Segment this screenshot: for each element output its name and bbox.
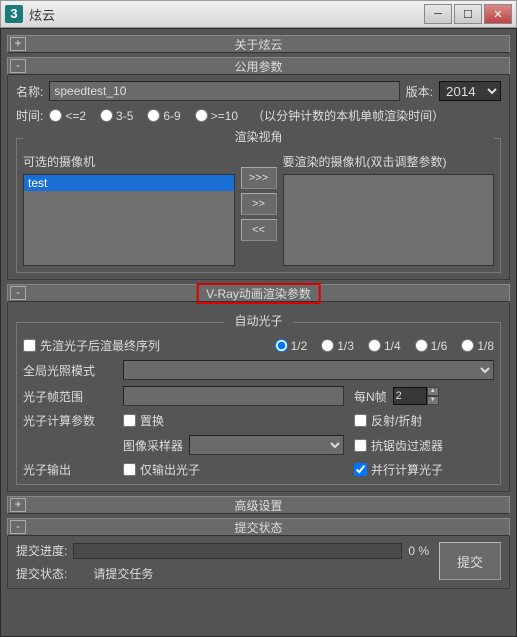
aa-filter-check[interactable]: 抗锯齿过滤器: [354, 437, 494, 454]
photon-range-input[interactable]: [123, 386, 344, 406]
status-value: 请提交任务: [93, 565, 153, 582]
time-opt-1[interactable]: 3-5: [100, 109, 133, 123]
time-radio-group: <=2 3-5 6-9 >=10: [49, 109, 238, 123]
move-all-button[interactable]: >>>: [241, 167, 277, 189]
ratio-1[interactable]: 1/3: [321, 339, 354, 353]
maximize-button[interactable]: ☐: [454, 4, 482, 24]
section-title: 提交状态: [234, 519, 282, 536]
titlebar: 3 炫云 ─ ☐ ✕: [0, 0, 517, 28]
ratio-4[interactable]: 1/8: [461, 339, 494, 353]
section-title: 高级设置: [234, 497, 282, 514]
gi-mode-label: 全局光照模式: [23, 362, 113, 379]
time-label: 时间:: [16, 107, 43, 124]
version-select[interactable]: 2014: [439, 81, 501, 101]
toggle-icon[interactable]: +: [10, 37, 26, 51]
toggle-icon[interactable]: -: [10, 59, 26, 73]
section-submit: 提交进度: 0 % 提交状态: 请提交任务 提交: [7, 536, 510, 589]
section-header-advanced[interactable]: + 高级设置: [7, 496, 510, 514]
calc-param-label: 光子计算参数: [23, 412, 113, 429]
name-label: 名称:: [16, 83, 43, 100]
avail-cam-list[interactable]: test: [23, 174, 235, 266]
per-n-spinner[interactable]: ▲▼: [393, 387, 443, 405]
panel-body: + 关于炫云 - 公用参数 名称: 版本: 2014 时间: <=2 3-5 6…: [0, 28, 517, 637]
spin-down-icon[interactable]: ▼: [427, 396, 439, 405]
name-input[interactable]: [49, 81, 399, 101]
time-opt-2[interactable]: 6-9: [147, 109, 180, 123]
section-vray: 自动光子 先渲光子后渲最终序列 1/2 1/3 1/4 1/6 1/8 全局光照…: [7, 302, 510, 492]
auto-photon-group: 自动光子 先渲光子后渲最终序列 1/2 1/3 1/4 1/6 1/8 全局光照…: [16, 314, 501, 485]
ratio-0[interactable]: 1/2: [275, 339, 308, 353]
status-label: 提交状态:: [16, 565, 67, 582]
section-title: V-Ray动画渲染参数: [196, 283, 321, 304]
ratio-3[interactable]: 1/6: [415, 339, 448, 353]
list-item[interactable]: test: [24, 175, 234, 191]
photon-range-label: 光子帧范围: [23, 388, 113, 405]
section-common: 名称: 版本: 2014 时间: <=2 3-5 6-9 >=10 （以分钟计数…: [7, 75, 510, 280]
ratio-2[interactable]: 1/4: [368, 339, 401, 353]
toggle-icon[interactable]: +: [10, 498, 26, 512]
render-view-group: 渲染视角 可选的摄像机 test >>> >> << 要渲染的摄像机(双击调整参…: [16, 130, 501, 273]
section-header-submit[interactable]: - 提交状态: [7, 518, 510, 536]
section-title: 公用参数: [234, 58, 282, 75]
spin-up-icon[interactable]: ▲: [427, 387, 439, 396]
section-title: 关于炫云: [234, 36, 282, 53]
move-right-button[interactable]: >>: [241, 193, 277, 215]
window-title: 炫云: [29, 5, 422, 24]
progress-label: 提交进度:: [16, 542, 67, 559]
displacement-check[interactable]: 置换: [123, 412, 344, 429]
version-label: 版本:: [406, 83, 433, 100]
move-left-button[interactable]: <<: [241, 219, 277, 241]
pre-seq-check[interactable]: 先渲光子后渲最终序列: [23, 337, 160, 354]
target-cam-list[interactable]: [283, 174, 495, 266]
progress-bar: [73, 543, 402, 559]
avail-cam-label: 可选的摄像机: [23, 153, 235, 170]
time-opt-0[interactable]: <=2: [49, 109, 86, 123]
toggle-icon[interactable]: -: [10, 520, 26, 534]
render-view-title: 渲染视角: [228, 130, 288, 144]
sampler-label: 图像采样器: [123, 437, 183, 454]
submit-button[interactable]: 提交: [439, 542, 501, 580]
time-opt-3[interactable]: >=10: [195, 109, 238, 123]
gi-mode-select[interactable]: [123, 360, 494, 380]
photon-out-label: 光子输出: [23, 461, 113, 478]
refl-refr-check[interactable]: 反射/折射: [354, 412, 494, 429]
only-photon-check[interactable]: 仅输出光子: [123, 461, 344, 478]
target-cam-label: 要渲染的摄像机(双击调整参数): [283, 153, 495, 170]
close-button[interactable]: ✕: [484, 4, 512, 24]
toggle-icon[interactable]: -: [10, 286, 26, 300]
progress-value: 0 %: [408, 544, 429, 558]
section-header-common[interactable]: - 公用参数: [7, 57, 510, 75]
time-note: （以分钟计数的本机单帧渲染时间）: [252, 107, 444, 124]
app-icon: 3: [5, 5, 23, 23]
section-header-vray[interactable]: - V-Ray动画渲染参数: [7, 284, 510, 302]
auto-photon-title: 自动光子: [228, 314, 288, 328]
sampler-select[interactable]: [189, 435, 344, 455]
parallel-check[interactable]: 并行计算光子: [354, 461, 494, 478]
minimize-button[interactable]: ─: [424, 4, 452, 24]
per-n-label: 每N帧: [354, 388, 387, 405]
section-header-about[interactable]: + 关于炫云: [7, 35, 510, 53]
